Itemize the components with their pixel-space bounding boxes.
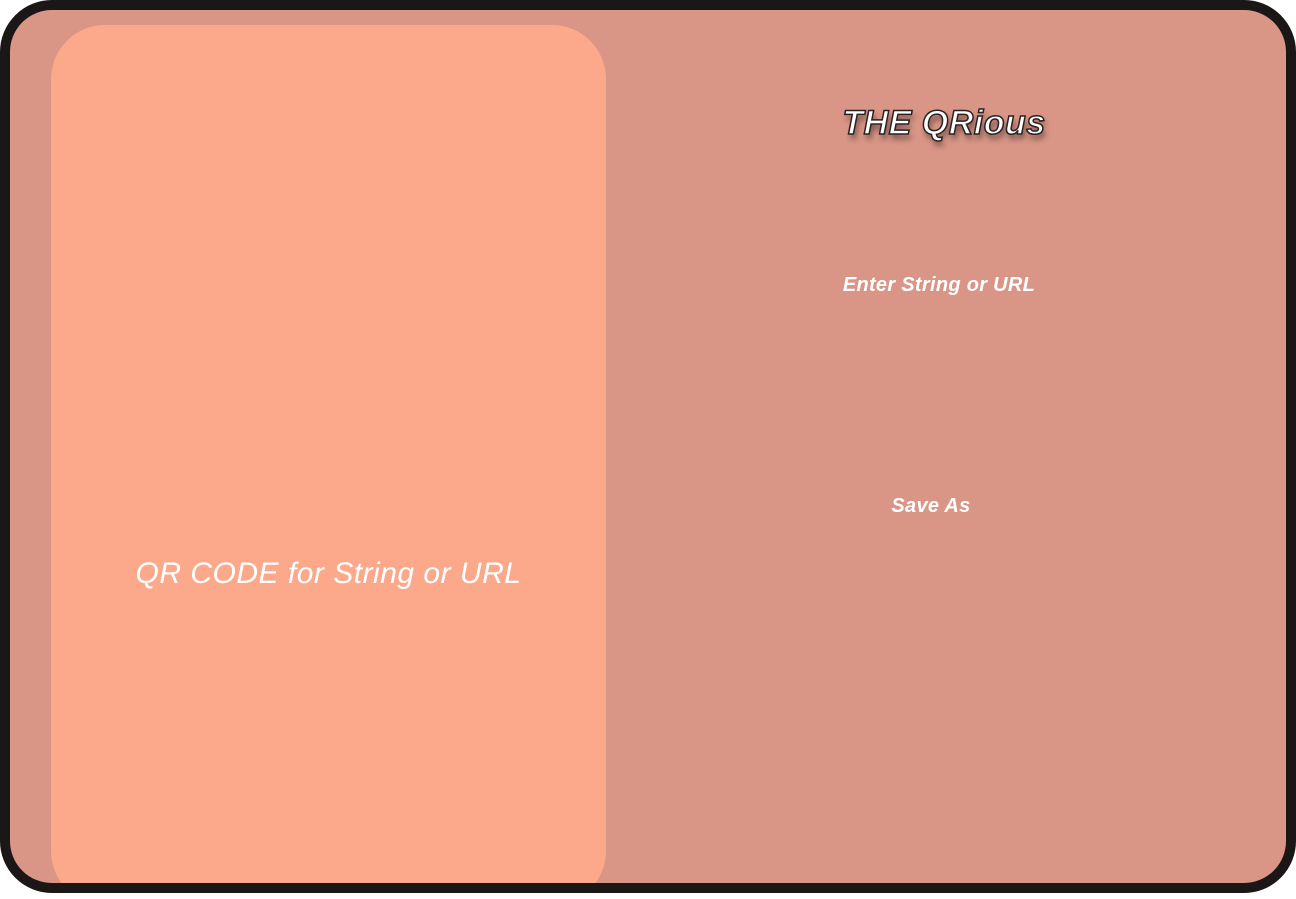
qr-code-placeholder-text: QR CODE for String or URL xyxy=(135,557,522,590)
string-url-input-label[interactable]: Enter String or URL xyxy=(606,274,1286,297)
qr-code-panel: QR CODE for String or URL xyxy=(51,25,606,883)
app-window: QR CODE for String or URL THE QRious Ent… xyxy=(0,0,1296,893)
app-title: THE QRious xyxy=(842,103,1046,143)
save-as-label[interactable]: Save As xyxy=(606,495,1286,518)
controls-panel: THE QRious Enter String or URL Save As xyxy=(606,10,1286,883)
